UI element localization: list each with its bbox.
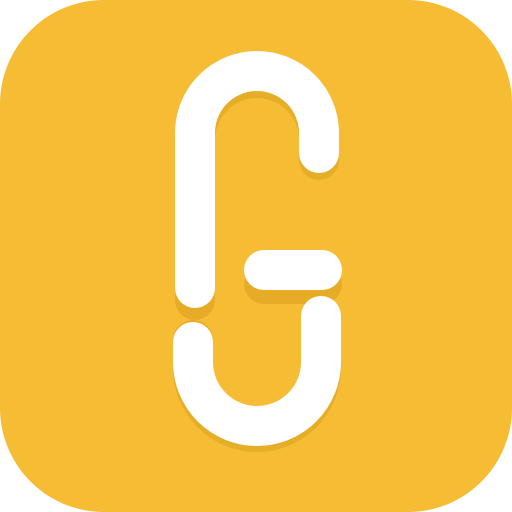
app-icon-canvas <box>0 0 512 512</box>
app-logo-g-icon[interactable] <box>0 0 512 512</box>
